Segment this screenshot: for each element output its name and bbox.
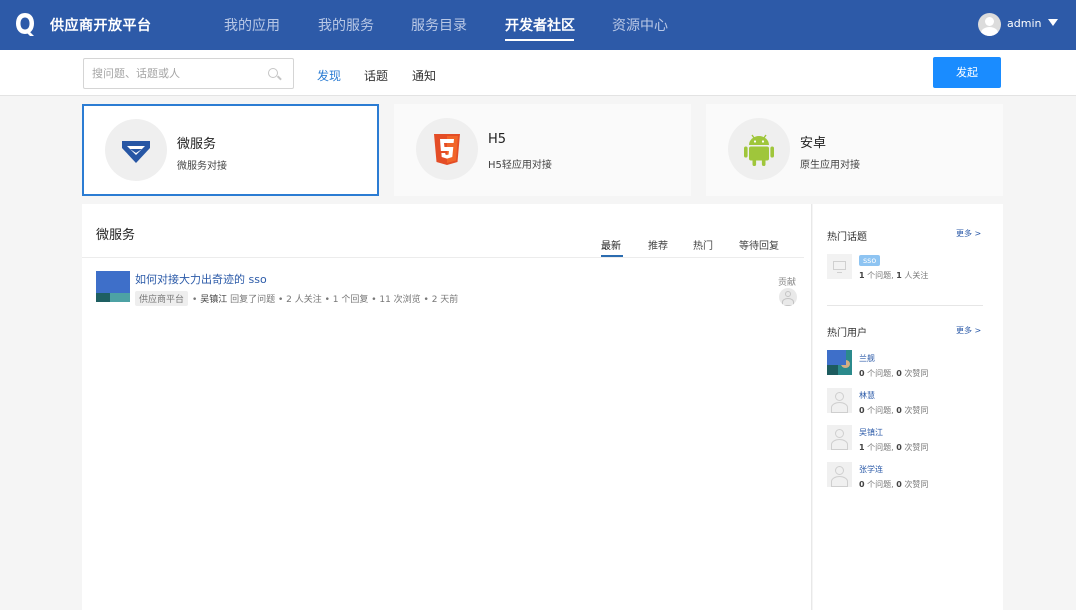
avatar[interactable] [827,388,852,413]
html5-icon [434,134,460,165]
sidebar-divider [827,305,983,306]
brand-title: 供应商开放平台 [50,18,152,34]
tab-topics[interactable]: 话题 [364,67,388,84]
community-toolbar: 发现 话题 通知 发起 [0,50,1076,96]
search-icon[interactable] [268,68,278,78]
category-icon-wrap [416,118,478,180]
category-desc: H5轻应用对接 [488,160,552,171]
category-title: 微服务 [177,137,217,152]
user-name[interactable]: admin [1007,17,1041,30]
category-title: 安卓 [800,136,827,151]
avatar[interactable] [96,271,130,302]
tab-notifications[interactable]: 通知 [412,67,436,84]
topic-stats: 1 个问题, 1 人关注 [859,271,929,280]
question-title-link[interactable]: 如何对接大力出奇迹的 sso [135,271,267,287]
category-desc: 微服务对接 [177,161,227,172]
list-tab-latest[interactable]: 最新 [601,237,621,252]
tab-discover[interactable]: 发现 [317,67,341,84]
category-desc: 原生应用对接 [800,160,860,171]
topic-monitor-icon[interactable] [827,254,852,279]
hot-user-name[interactable]: 林慧 [859,390,875,401]
hot-user-stats: 0 个问题, 0 次赞同 [859,406,929,415]
hot-users-more-link[interactable]: 更多 > [956,325,981,336]
question-stats: • 2 人关注 • 1 个回复 • 11 次浏览 • 2 天前 [277,295,459,305]
category-icon-wrap [728,118,790,180]
category-title: H5 [488,132,507,147]
start-post-button[interactable]: 发起 [933,57,1001,88]
hot-user-stats: 1 个问题, 0 次赞同 [859,443,929,452]
list-tab-awaiting-reply[interactable]: 等待回复 [739,237,779,252]
avatar[interactable] [827,462,852,487]
active-nav-underline [505,39,574,41]
hot-user-stats: 0 个问题, 0 次赞同 [859,369,929,378]
contributor-label: 贡献 [778,278,797,288]
user-avatar[interactable] [978,13,1001,36]
tabs-divider [82,257,804,258]
hot-user-name[interactable]: 兰舰 [859,353,875,364]
category-card-android[interactable]: 安卓 原生应用对接 [706,104,1003,196]
list-tab-hot[interactable]: 热门 [693,237,713,252]
hot-user-stats: 0 个问题, 0 次赞同 [859,480,929,489]
question-meta: 供应商平台 • 吴镇江 回复了问题 • 2 人关注 • 1 个回复 • 11 次浏… [135,291,458,306]
avatar[interactable] [827,350,852,375]
topic-badge[interactable]: sso [859,255,881,266]
platform-logo-icon[interactable] [14,11,36,37]
search-input[interactable] [84,59,264,88]
hot-topics-heading: 热门话题 [827,232,867,243]
hot-topics-more-link[interactable]: 更多 > [956,228,981,239]
nav-my-apps[interactable]: 我的应用 [224,15,280,35]
nav-service-catalog[interactable]: 服务目录 [411,15,467,35]
question-list-panel: 微服务 最新 推荐 热门 等待回复 如何对接大力出奇迹的 sso 供应商平台 • … [82,204,812,610]
category-icon-wrap [105,119,167,181]
question-author-link[interactable]: 吴镇江 [200,295,227,305]
category-card-h5[interactable]: H5 H5轻应用对接 [394,104,691,196]
search-box [83,58,294,89]
user-menu-caret-icon[interactable] [1048,19,1058,26]
contributor-avatar[interactable] [779,288,797,306]
nav-developer-community[interactable]: 开发者社区 [505,15,575,35]
hot-user-name[interactable]: 吴镇江 [859,427,883,438]
nav-resource-center[interactable]: 资源中心 [612,15,668,35]
shield-diamond-icon [122,141,150,163]
android-icon [744,134,774,166]
top-navbar: 供应商开放平台 我的应用 我的服务 服务目录 开发者社区 资源中心 admin [0,0,1076,50]
hot-user-name[interactable]: 张学连 [859,464,883,475]
question-action: 回复了问题 [230,295,276,305]
nav-my-services[interactable]: 我的服务 [318,15,374,35]
list-tab-recommended[interactable]: 推荐 [648,237,668,252]
section-title: 微服务 [96,228,136,243]
right-sidebar: 热门话题 更多 > sso 1 个问题, 1 人关注 热门用户 更多 > 兰舰 … [813,204,1003,610]
avatar[interactable] [827,425,852,450]
category-card-microservice[interactable]: 微服务 微服务对接 [82,104,379,196]
hot-users-heading: 热门用户 [827,328,867,339]
question-tag[interactable]: 供应商平台 [135,291,189,306]
